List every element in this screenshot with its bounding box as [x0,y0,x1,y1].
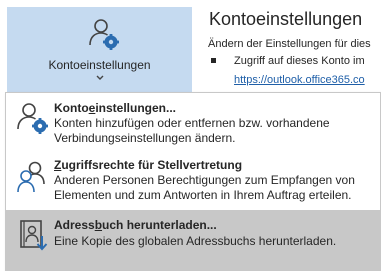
menu-item-description: Konten hinzufügen oder entfernen bzw. vo… [54,116,380,146]
menu-item-title: Kontoeinstellungen... [54,101,176,115]
delegate-access-icon [17,161,45,193]
bullet-marker [211,58,216,63]
menu-item-download-address-book[interactable]: Adressbuch herunterladen... Eine Kopie d… [6,210,380,270]
description-line: Verbindungseinstellungen ändern. [54,131,236,145]
title-text: ugriffsrechte für Stellvertretung [61,158,243,172]
account-settings-menu: Kontoeinstellungen... Konten hinzufügen … [5,92,381,271]
description-line: Konten hinzufügen oder entfernen bzw. vo… [54,116,330,130]
description-line: Elementen und zum Antworten in Ihrem Auf… [54,188,352,202]
access-key: b [94,218,103,232]
account-web-link[interactable]: https://outlook.office365.co [234,74,365,86]
menu-item-description: Eine Kopie des globalen Adressbuchs heru… [54,234,380,249]
bullet-text: Zugriff auf dieses Konto im [234,55,365,67]
description-line: Anderen Personen Berechtigungen zum Empf… [54,173,355,187]
menu-item-description: Anderen Personen Berechtigungen zum Empf… [54,173,380,203]
title-text: uch herunterladen... [102,218,217,232]
page-title: Kontoeinstellungen [209,9,363,29]
menu-item-title: Zugriffsrechte für Stellvertretung [54,158,242,172]
title-text: Adress [54,218,95,232]
title-text: instellungen... [95,101,177,115]
account-settings-icon [17,103,48,134]
menu-item-title: Adressbuch herunterladen... [54,218,217,232]
description-line: Eine Kopie des globalen Adressbuchs heru… [54,234,337,248]
chevron-down-icon [96,75,104,80]
account-settings-tile-label: Kontoeinstellungen [48,58,151,72]
account-settings-tile[interactable]: Kontoeinstellungen [7,7,192,93]
account-settings-icon [89,19,119,50]
address-book-download-icon [20,220,48,251]
page-description: Ändern der Einstellungen für dies [208,38,371,50]
title-text: Konto [54,101,89,115]
menu-item-delegate-access[interactable]: Zugriffsrechte für Stellvertretung Ander… [6,152,380,208]
menu-item-account-settings[interactable]: Kontoeinstellungen... Konten hinzufügen … [6,95,380,151]
